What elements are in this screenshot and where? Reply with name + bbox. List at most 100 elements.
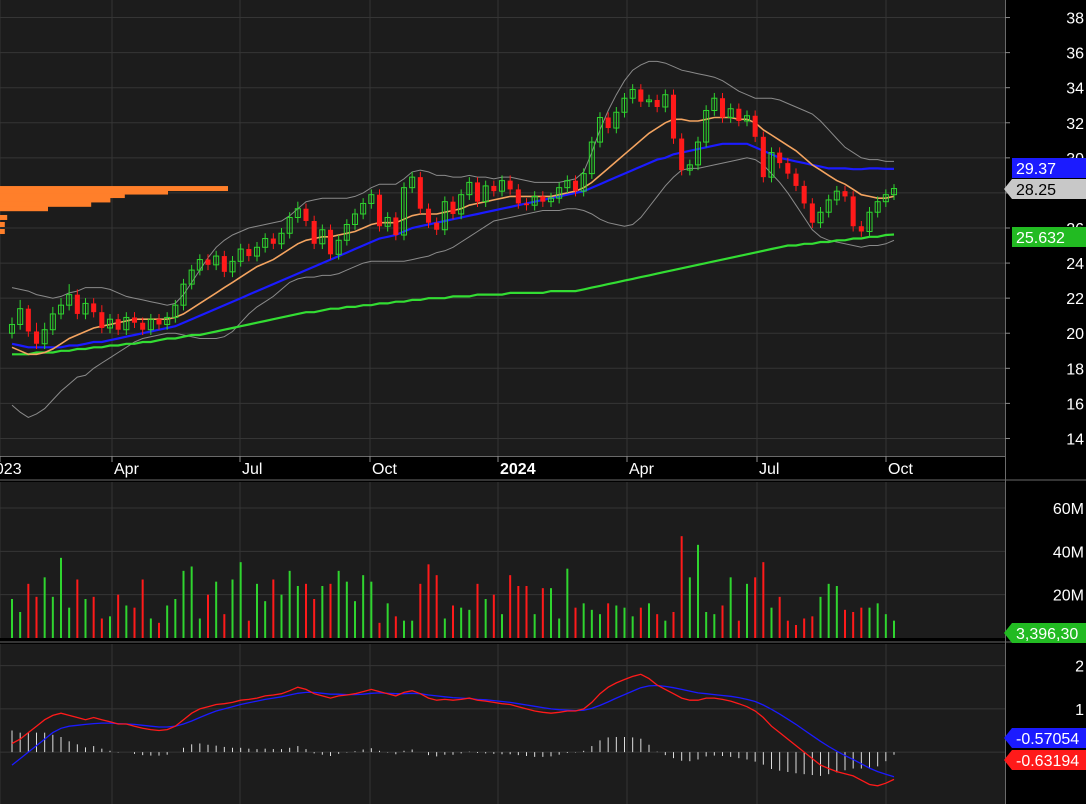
volume-bar: [51, 596, 54, 638]
candle-body: [205, 259, 211, 265]
volume-bar: [362, 575, 365, 638]
volume-bar: [452, 605, 454, 638]
volume-bar: [501, 614, 503, 638]
volume-bar: [394, 616, 397, 638]
volume-profile-bar: [0, 229, 5, 235]
volume-bar: [100, 618, 103, 638]
volume-bar: [231, 579, 234, 638]
candle-body: [99, 312, 105, 328]
volume-profile-bar: [0, 193, 125, 199]
candle-body: [670, 94, 677, 139]
volume-bar: [435, 575, 438, 638]
candle-body: [115, 319, 121, 330]
volume-bar: [525, 586, 528, 638]
candle-body: [793, 173, 799, 186]
candle-body: [393, 217, 399, 236]
volume-bar: [329, 583, 332, 638]
volume-bar: [615, 605, 618, 638]
volume-bar: [166, 605, 169, 638]
candle-body: [417, 177, 423, 209]
volume-bar: [11, 599, 13, 638]
volume-bar: [321, 586, 324, 638]
volume-bar: [729, 577, 732, 638]
volume-bar: [697, 544, 699, 638]
candle-body: [33, 331, 40, 344]
volume-bar: [664, 620, 667, 638]
volume-bar: [778, 596, 781, 638]
volume-bar: [623, 607, 626, 638]
volume-bar: [762, 562, 765, 638]
volume-bar: [223, 614, 226, 638]
volume-bar: [117, 594, 120, 638]
stock-chart[interactable]: 141618202224262830323436382023AprJulOct2…: [0, 0, 1086, 804]
price-tick-label: 24: [1066, 256, 1084, 273]
time-axis-label: Jul: [759, 461, 779, 478]
volume-bar: [754, 577, 757, 638]
volume-bar: [713, 614, 716, 638]
volume-bar: [631, 616, 634, 638]
volume-bar: [264, 601, 267, 638]
time-axis-label: Apr: [629, 461, 655, 478]
volume-bar: [476, 583, 479, 638]
volume-bar: [599, 614, 601, 638]
candle-body: [736, 108, 742, 122]
price-tick-label: 18: [1066, 361, 1084, 378]
volume-bar: [786, 620, 789, 638]
volume-bar: [239, 562, 242, 638]
price-tick-label: 36: [1066, 46, 1084, 63]
candle-body: [270, 238, 276, 244]
volume-bar: [313, 599, 316, 638]
candle-body: [156, 319, 162, 325]
candle-body: [474, 182, 481, 202]
volume-bar: [35, 596, 38, 638]
volume-bar: [533, 614, 536, 638]
volume-bar: [721, 605, 724, 638]
volume-bar: [648, 603, 650, 638]
volume-bar: [27, 583, 30, 638]
price-tick-label: 22: [1066, 291, 1084, 308]
volume-tick-label: 60M: [1053, 501, 1084, 518]
volume-bar: [68, 607, 71, 638]
price-tick-label: 14: [1066, 431, 1084, 448]
volume-bar: [443, 618, 446, 638]
volume-bar: [296, 586, 299, 638]
price-tick-label: 32: [1066, 116, 1084, 133]
candle-body: [515, 189, 521, 204]
volume-bar: [305, 583, 307, 638]
time-axis-label: 2024: [500, 461, 536, 478]
volume-profile-bar: [0, 201, 92, 207]
volume-bar: [884, 614, 887, 638]
candle-body: [91, 303, 97, 313]
volume-bar: [484, 599, 487, 638]
candle-body: [752, 115, 758, 137]
volume-bar: [247, 620, 250, 638]
volume-bar: [746, 583, 748, 638]
volume-bar: [198, 618, 201, 638]
time-axis-label: 2023: [0, 461, 22, 478]
candle-body: [246, 249, 252, 257]
candle-body: [785, 163, 791, 174]
volume-bar: [803, 618, 806, 638]
candle-body: [491, 185, 497, 192]
volume-bar: [819, 596, 822, 638]
volume-bar: [517, 586, 520, 638]
candle-body: [523, 203, 530, 206]
volume-bar: [590, 609, 593, 638]
macd-tick-label: 1: [1075, 702, 1084, 719]
candle-body: [777, 152, 783, 164]
volume-bar: [141, 579, 144, 638]
volume-tick-label: 20M: [1053, 588, 1084, 605]
volume-bar: [672, 612, 675, 638]
last-volume-tag: 3,396,30: [1016, 626, 1078, 643]
candle-body: [25, 308, 31, 332]
volume-tick-label: 40M: [1053, 544, 1084, 561]
candle-body: [809, 203, 815, 223]
mid-ma-value-tag: 29.37: [1016, 161, 1056, 178]
candle-body: [572, 180, 579, 192]
volume-bar: [795, 625, 797, 638]
time-axis-label: Oct: [888, 461, 913, 478]
candle-body: [719, 98, 726, 118]
candle-body: [434, 222, 440, 230]
volume-bar: [190, 566, 193, 638]
candle-body: [842, 191, 848, 197]
